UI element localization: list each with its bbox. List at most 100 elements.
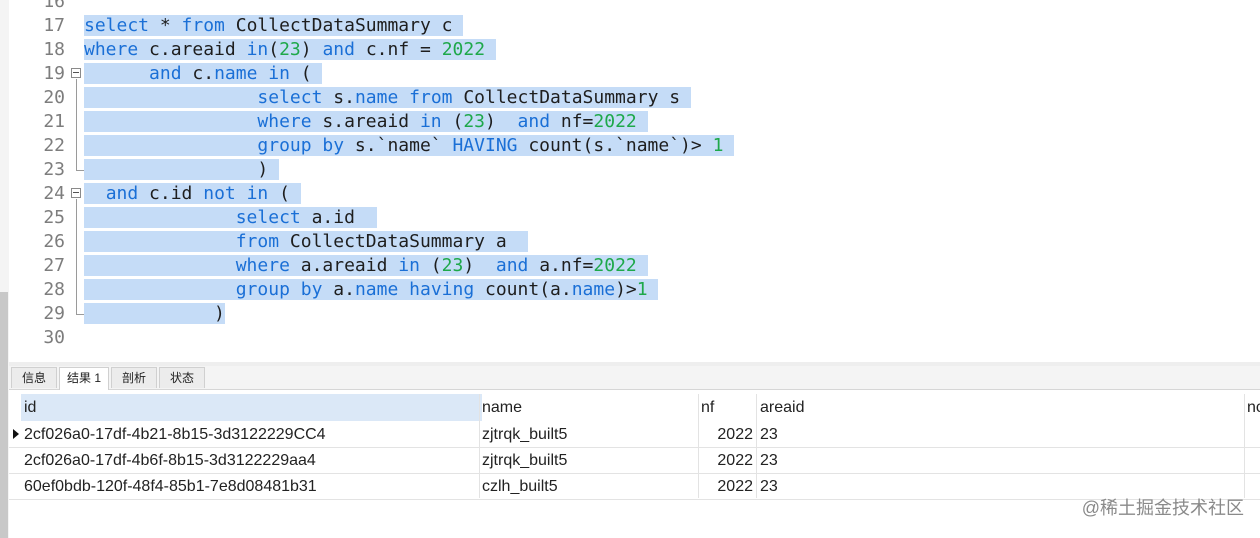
sql-keyword: name: [354, 87, 399, 108]
code-line[interactable]: 16: [9, 0, 1260, 14]
code-text[interactable]: select * from CollectDataSummary c: [84, 14, 464, 38]
code-line[interactable]: 25 select a.id: [9, 206, 1260, 230]
cell-name[interactable]: zjtrqk_built5: [482, 447, 567, 473]
column-header-nc[interactable]: nc: [1247, 394, 1260, 421]
fold-guide: [76, 79, 77, 170]
code-text[interactable]: where a.areaid in (23) and a.nf=2022: [84, 254, 648, 278]
sql-text: [84, 135, 258, 156]
sql-keyword: in: [268, 63, 290, 84]
cell-id[interactable]: 2cf026a0-17df-4b21-8b15-3d3122229CC4: [24, 421, 326, 447]
scrollbar-thumb[interactable]: [0, 292, 8, 538]
tab-profile[interactable]: 剖析: [111, 367, 157, 388]
sql-text: nf=: [550, 111, 594, 132]
sql-text: a.: [322, 279, 355, 300]
sql-text: [84, 63, 150, 84]
code-text[interactable]: group by s.`name` HAVING count(s.`name`)…: [84, 134, 735, 158]
code-line[interactable]: 17 select * from CollectDataSummary c: [9, 14, 1260, 38]
code-line[interactable]: 24 and c.id not in (: [9, 182, 1260, 206]
cell-id[interactable]: 2cf026a0-17df-4b6f-8b15-3d3122229aa4: [24, 447, 316, 473]
code-line[interactable]: 19 and c.name in (: [9, 62, 1260, 86]
sql-text: [398, 279, 410, 300]
sql-keyword: where: [84, 39, 139, 60]
sql-text: a.nf=: [528, 255, 594, 276]
line-number: 30: [43, 327, 65, 348]
sql-text: [84, 231, 236, 252]
table-row[interactable]: 60ef0bdb-120f-48f4-85b1-7e8d08481b31 czl…: [9, 473, 1260, 500]
code-text[interactable]: where c.areaid in(23) and c.nf = 2022: [84, 38, 496, 62]
code-text[interactable]: where s.areaid in (23) and nf=2022: [84, 110, 648, 134]
code-text[interactable]: select s.name from CollectDataSummary s: [84, 86, 691, 110]
left-scrollbar[interactable]: [0, 0, 9, 538]
sql-editor[interactable]: 16 17 select * from CollectDataSummary c 1…: [9, 0, 1260, 362]
sql-text: a.id: [300, 207, 377, 228]
code-line[interactable]: 30: [9, 326, 1260, 350]
cell-name[interactable]: czlh_built5: [482, 473, 558, 499]
column-header-nf[interactable]: nf: [701, 394, 756, 421]
sql-text: *: [149, 15, 182, 36]
sql-keyword: and: [105, 183, 139, 204]
sql-text: CollectDataSummary s: [452, 87, 691, 108]
cell-areaid[interactable]: 23: [760, 447, 778, 473]
code-text[interactable]: group by a.name having count(a.name)>1: [84, 278, 659, 302]
code-line[interactable]: 29 ): [9, 302, 1260, 326]
cell-areaid[interactable]: 23: [760, 473, 778, 499]
tab-status[interactable]: 状态: [159, 367, 205, 388]
line-number: 16: [43, 0, 65, 12]
sql-number: 23: [463, 111, 486, 132]
line-number: 25: [43, 207, 65, 228]
code-line[interactable]: 22 group by s.`name` HAVING count(s.`nam…: [9, 134, 1260, 158]
line-number: 23: [43, 159, 65, 180]
sql-text: [636, 255, 648, 276]
code-line[interactable]: 28 group by a.name having count(a.name)>…: [9, 278, 1260, 302]
cell-nf[interactable]: 2022: [701, 447, 753, 473]
tab-result-1[interactable]: 结果 1: [59, 367, 109, 390]
column-header-id[interactable]: id: [21, 394, 482, 421]
cell-name[interactable]: zjtrqk_built5: [482, 421, 567, 447]
result-grid[interactable]: id name nf areaid nc 2cf026a0-17df-4b21-…: [9, 390, 1260, 538]
cell-nf[interactable]: 2022: [701, 421, 753, 447]
code-line[interactable]: 18 where c.areaid in(23) and c.nf = 2022: [9, 38, 1260, 62]
cell-id[interactable]: 60ef0bdb-120f-48f4-85b1-7e8d08481b31: [24, 473, 317, 499]
sql-keyword: name: [214, 63, 258, 84]
sql-text: [398, 87, 410, 108]
sql-keyword: and: [322, 39, 355, 60]
table-row[interactable]: 2cf026a0-17df-4b21-8b15-3d3122229CC4 zjt…: [9, 421, 1260, 448]
code-text[interactable]: select a.id: [84, 206, 377, 230]
sql-keyword: select: [257, 87, 323, 108]
code-text[interactable]: ): [84, 302, 225, 326]
tab-info[interactable]: 信息: [11, 367, 57, 388]
code-line[interactable]: 21 where s.areaid in (23) and nf=2022: [9, 110, 1260, 134]
code-line[interactable]: 27 where a.areaid in (23) and a.nf=2022: [9, 254, 1260, 278]
sql-text: CollectDataSummary a: [279, 231, 529, 252]
code-line[interactable]: 23 ): [9, 158, 1260, 182]
column-header-name[interactable]: name: [482, 394, 697, 421]
sql-number: 2022: [593, 111, 637, 132]
cell-areaid[interactable]: 23: [760, 421, 778, 447]
watermark: @稀土掘金技术社区: [1081, 498, 1244, 518]
code-text[interactable]: and c.id not in (: [84, 182, 301, 206]
fold-toggle-icon[interactable]: [71, 188, 81, 198]
column-header-areaid[interactable]: areaid: [760, 394, 1240, 421]
current-row-indicator-icon: [13, 429, 19, 439]
table-row[interactable]: 2cf026a0-17df-4b6f-8b15-3d3122229aa4 zjt…: [9, 447, 1260, 474]
sql-text: count(s.`name`)>: [517, 135, 713, 156]
code-text[interactable]: from CollectDataSummary a: [84, 230, 529, 254]
line-number: 28: [43, 279, 65, 300]
sql-keyword: in: [398, 255, 420, 276]
sql-text: s.areaid: [311, 111, 420, 132]
sql-text: ): [84, 159, 280, 180]
sql-text: c.id: [138, 183, 204, 204]
fold-guide: [76, 199, 77, 314]
code-line[interactable]: 20 select s.name from CollectDataSummary…: [9, 86, 1260, 110]
fold-toggle-icon[interactable]: [71, 68, 81, 78]
line-number: 20: [43, 87, 65, 108]
sql-keyword: where: [235, 255, 290, 276]
code-text[interactable]: ): [84, 158, 280, 182]
code-line[interactable]: 26 from CollectDataSummary a: [9, 230, 1260, 254]
sql-number: 23: [279, 39, 301, 60]
line-number: 22: [43, 135, 65, 156]
sql-number: 1: [636, 279, 648, 300]
code-text[interactable]: and c.name in (: [84, 62, 323, 86]
cell-nf[interactable]: 2022: [701, 473, 753, 499]
sql-keyword: select: [235, 207, 301, 228]
